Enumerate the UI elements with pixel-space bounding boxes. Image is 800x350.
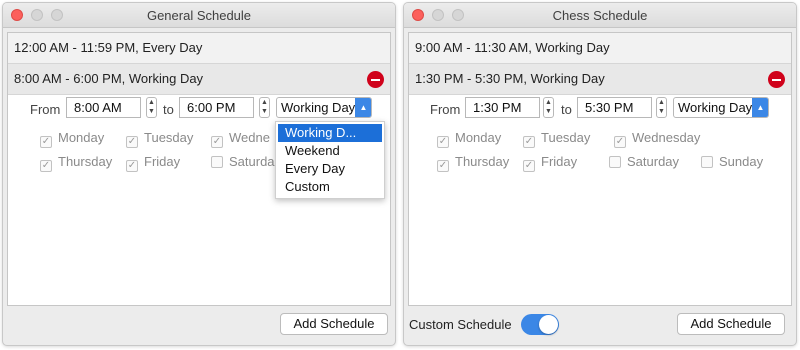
- schedule-row-label: 1:30 PM - 5:30 PM, Working Day: [415, 71, 605, 86]
- custom-schedule-label: Custom Schedule: [409, 317, 512, 332]
- day-type-select-value: Working Day: [678, 100, 753, 115]
- dropdown-option-custom[interactable]: Custom: [276, 178, 384, 196]
- day-label: Monday: [58, 130, 105, 145]
- day-checkbox-saturday[interactable]: Saturday: [609, 154, 679, 170]
- checkbox[interactable]: ✓: [40, 136, 52, 148]
- day-checkbox-friday[interactable]: ✓ Friday: [523, 154, 578, 172]
- day-checkbox-tuesday[interactable]: ✓ Tuesday: [126, 130, 194, 148]
- checkbox[interactable]: [609, 156, 621, 168]
- from-label: From: [430, 102, 461, 117]
- toggle-knob: [539, 315, 558, 334]
- schedule-row[interactable]: 9:00 AM - 11:30 AM, Working Day: [409, 33, 791, 64]
- remove-schedule-button[interactable]: [768, 71, 785, 88]
- schedule-row-selected[interactable]: 1:30 PM - 5:30 PM, Working Day: [409, 64, 791, 95]
- from-time-stepper[interactable]: ▲ ▼: [146, 97, 157, 118]
- day-type-dropdown-menu: Working D... Weekend Every Day Custom: [275, 121, 385, 199]
- schedule-row-label: 9:00 AM - 11:30 AM, Working Day: [415, 40, 610, 55]
- day-checkbox-tuesday[interactable]: ✓ Tuesday: [523, 130, 591, 148]
- day-checkbox-thursday[interactable]: ✓ Thursday: [40, 154, 113, 172]
- checkbox[interactable]: ✓: [40, 160, 52, 172]
- day-checkbox-sunday[interactable]: Sunday: [701, 154, 763, 170]
- add-schedule-button[interactable]: Add Schedule: [677, 313, 785, 335]
- day-label: Saturda: [229, 154, 275, 169]
- checkbox[interactable]: ✓: [437, 136, 449, 148]
- custom-schedule-toggle[interactable]: [521, 314, 559, 335]
- schedule-row[interactable]: 12:00 AM - 11:59 PM, Every Day: [8, 33, 390, 64]
- day-checkbox-saturday[interactable]: Saturda: [211, 154, 275, 170]
- chevron-updown-icon: ▲: [355, 98, 371, 117]
- day-type-select[interactable]: Working Day ▲: [276, 97, 372, 118]
- window-title: General Schedule: [146, 8, 252, 23]
- day-checkbox-monday[interactable]: ✓ Monday: [40, 130, 105, 148]
- minus-circle-icon: [371, 78, 380, 81]
- title-bar: Chess Schedule: [404, 3, 796, 28]
- dropdown-option-weekend[interactable]: Weekend: [276, 142, 384, 160]
- schedule-list: 9:00 AM - 11:30 AM, Working Day 1:30 PM …: [408, 32, 792, 306]
- to-time-stepper[interactable]: ▲ ▼: [259, 97, 270, 118]
- day-checkbox-wednesday[interactable]: ✓ Wednesday: [614, 130, 701, 148]
- checkbox[interactable]: ✓: [523, 136, 535, 148]
- checkbox[interactable]: ✓: [211, 136, 223, 148]
- checkbox[interactable]: ✓: [126, 136, 138, 148]
- schedule-row-selected[interactable]: 8:00 AM - 6:00 PM, Working Day: [8, 64, 390, 95]
- day-checkbox-thursday[interactable]: ✓ Thursday: [437, 154, 510, 172]
- checkbox[interactable]: ✓: [126, 160, 138, 172]
- to-time-field[interactable]: 5:30 PM: [577, 97, 652, 118]
- schedule-editor: From 1:30 PM ▲ ▼ to 5:30 PM ▲ ▼ Working Da…: [409, 95, 791, 275]
- checkbox[interactable]: ✓: [523, 160, 535, 172]
- dropdown-option-every-day[interactable]: Every Day: [276, 160, 384, 178]
- from-label: From: [30, 102, 61, 117]
- day-checkbox-friday[interactable]: ✓ Friday: [126, 154, 181, 172]
- title-bar: General Schedule: [3, 3, 395, 28]
- day-label: Thursday: [58, 154, 113, 169]
- schedule-row-label: 8:00 AM - 6:00 PM, Working Day: [14, 71, 204, 86]
- checkbox[interactable]: [211, 156, 223, 168]
- day-label: Friday: [541, 154, 578, 169]
- day-label: Wednesday: [632, 130, 701, 145]
- day-type-select[interactable]: Working Day ▲: [673, 97, 769, 118]
- minus-circle-icon: [772, 78, 781, 81]
- from-time-stepper[interactable]: ▲ ▼: [543, 97, 554, 118]
- from-time-field[interactable]: 8:00 AM: [66, 97, 141, 118]
- day-label: Thursday: [455, 154, 510, 169]
- schedule-row-label: 12:00 AM - 11:59 PM, Every Day: [14, 40, 203, 55]
- day-label: Tuesday: [144, 130, 194, 145]
- day-label: Saturday: [627, 154, 680, 169]
- chess-schedule-window: Chess Schedule 9:00 AM - 11:30 AM, Worki…: [403, 2, 797, 346]
- to-label: to: [561, 102, 572, 117]
- day-label: Sunday: [719, 154, 764, 169]
- day-label: Friday: [144, 154, 181, 169]
- checkbox[interactable]: [701, 156, 713, 168]
- window-title: Chess Schedule: [552, 8, 648, 23]
- chevron-updown-icon: ▲: [752, 98, 768, 117]
- dropdown-option-working-day[interactable]: Working D...: [278, 124, 382, 142]
- general-schedule-window: General Schedule 12:00 AM - 11:59 PM, Ev…: [2, 2, 396, 346]
- to-time-field[interactable]: 6:00 PM: [179, 97, 254, 118]
- checkbox[interactable]: ✓: [614, 136, 626, 148]
- to-time-stepper[interactable]: ▲ ▼: [656, 97, 667, 118]
- from-time-field[interactable]: 1:30 PM: [465, 97, 540, 118]
- remove-schedule-button[interactable]: [367, 71, 384, 88]
- day-checkbox-wednesday[interactable]: ✓ Wedne: [211, 130, 270, 148]
- day-label: Monday: [455, 130, 502, 145]
- to-label: to: [163, 102, 174, 117]
- day-label: Tuesday: [541, 130, 591, 145]
- day-label: Wedne: [229, 130, 270, 145]
- checkbox[interactable]: ✓: [437, 160, 449, 172]
- day-type-select-value: Working Day: [281, 100, 356, 115]
- add-schedule-button[interactable]: Add Schedule: [280, 313, 388, 335]
- day-checkbox-monday[interactable]: ✓ Monday: [437, 130, 502, 148]
